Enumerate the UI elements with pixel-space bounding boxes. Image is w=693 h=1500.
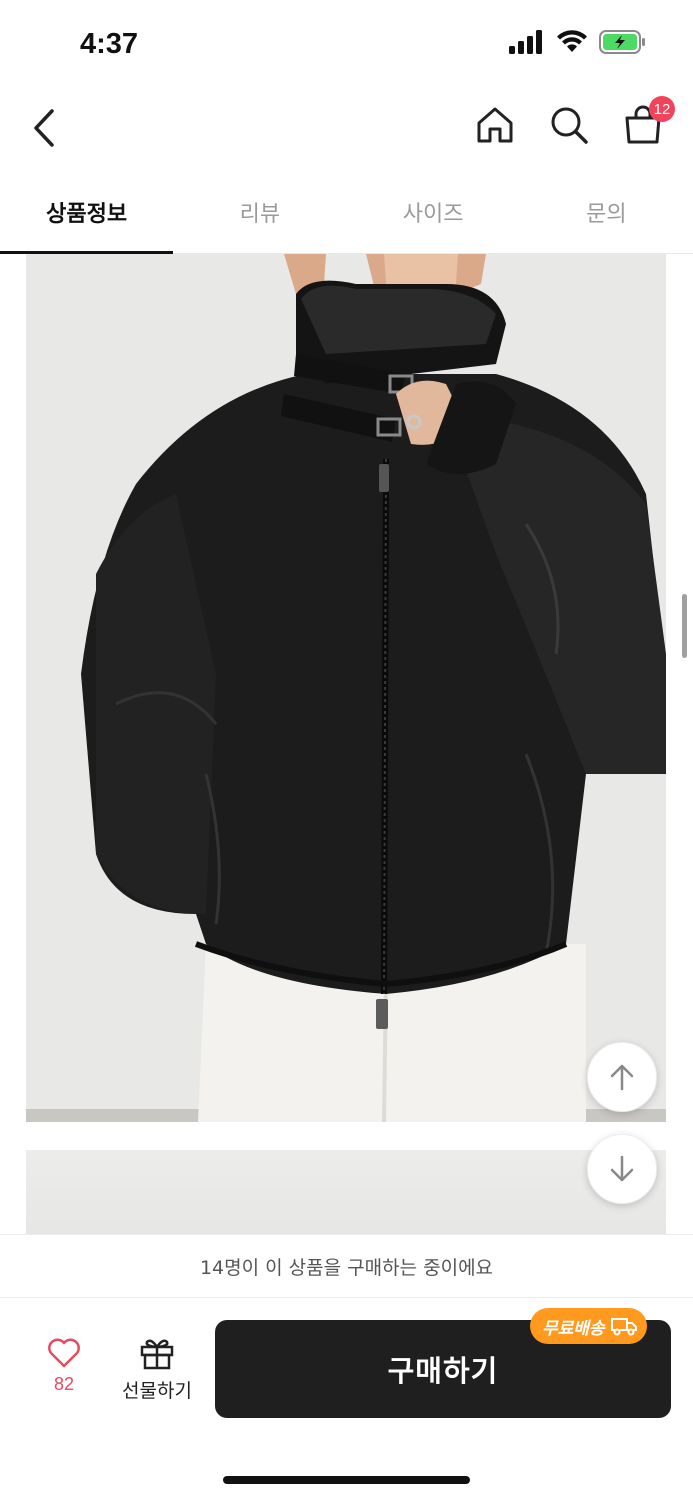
arrow-up-icon (610, 1064, 634, 1091)
status-icons (509, 30, 647, 58)
heart-icon (48, 1338, 80, 1368)
battery-icon (599, 30, 647, 58)
free-shipping-badge: 무료배송 (530, 1308, 647, 1344)
home-icon (477, 107, 513, 143)
bottom-action-bar: 82 선물하기 구매하기 무료배송 (0, 1298, 693, 1500)
tab-size[interactable]: 사이즈 (347, 170, 520, 253)
tab-product-info[interactable]: 상품정보 (0, 170, 174, 254)
product-tabs: 상품정보 리뷰 사이즈 문의 (0, 170, 693, 254)
nav-actions: 12 (473, 96, 675, 148)
gift-icon (140, 1339, 174, 1370)
product-photo (26, 254, 666, 1122)
cart-button[interactable]: 12 (621, 96, 675, 148)
like-count: 82 (53, 1374, 75, 1394)
cart-count-badge: 12 (649, 96, 675, 122)
like-button[interactable]: 82 (34, 1338, 94, 1408)
buying-now-banner: 14명이 이 상품을 구매하는 중이에요 (0, 1234, 693, 1298)
home-button[interactable] (473, 102, 517, 148)
wifi-icon (557, 30, 587, 58)
status-bar: 4:37 (0, 0, 693, 90)
free-shipping-label: 무료배송 (542, 1318, 605, 1339)
truck-icon (610, 1318, 637, 1336)
home-indicator[interactable] (223, 1476, 470, 1484)
back-icon (34, 109, 54, 147)
tab-reviews[interactable]: 리뷰 (173, 170, 346, 253)
product-photo-next (26, 1150, 666, 1234)
signal-icon (509, 30, 545, 58)
scrollbar[interactable] (682, 594, 687, 658)
gift-button[interactable]: 선물하기 (112, 1336, 202, 1410)
tab-inquiry[interactable]: 문의 (520, 170, 693, 253)
nav-header: 12 (0, 90, 693, 170)
scroll-bottom-button[interactable] (587, 1134, 657, 1204)
search-icon (551, 107, 588, 144)
search-button[interactable] (547, 102, 591, 148)
gift-label: 선물하기 (122, 1380, 192, 1402)
arrow-down-icon (610, 1155, 634, 1182)
product-detail-content (0, 254, 693, 1234)
back-button[interactable] (24, 106, 64, 150)
scroll-top-button[interactable] (587, 1042, 657, 1112)
status-time: 4:37 (80, 28, 139, 60)
